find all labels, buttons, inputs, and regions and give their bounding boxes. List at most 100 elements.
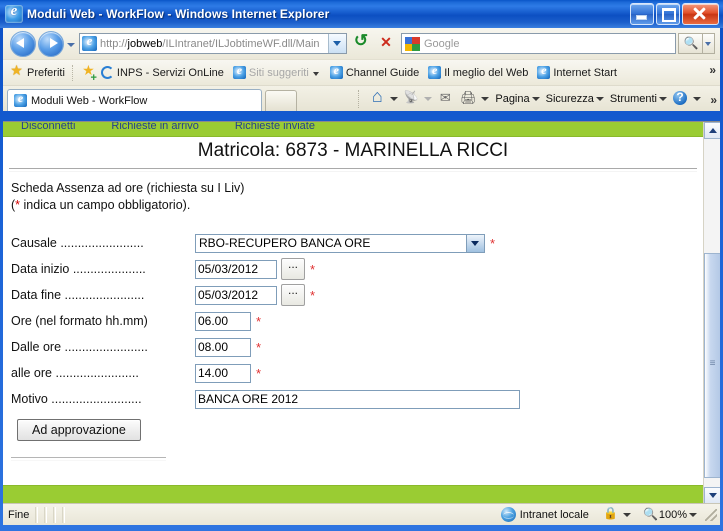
site-nav-bar: Disconnetti Richieste in arrivo Richiest…: [3, 122, 703, 137]
site-footer-bar: [3, 485, 703, 503]
address-input[interactable]: http://jobweb/ILIntranet/ILJobtimeWF.dll…: [79, 33, 347, 54]
absence-request-form: Causale ........................ RBO-REC…: [11, 230, 691, 441]
lock-icon[interactable]: [601, 506, 621, 523]
maximize-button[interactable]: [656, 3, 680, 25]
submit-button[interactable]: Ad approvazione: [17, 419, 141, 441]
date-picker-button-data-inizio[interactable]: [281, 257, 305, 280]
window-controls: [630, 3, 719, 25]
print-icon[interactable]: [457, 89, 479, 109]
form-row-alle-ore: alle ore ........................ 14.00 …: [11, 360, 691, 386]
stop-icon[interactable]: [375, 33, 397, 55]
favorites-overflow-icon[interactable]: »: [709, 63, 716, 77]
label-causale: Causale ........................: [11, 236, 144, 250]
form-intro: Scheda Assenza ad ore (richiesta su I Li…: [11, 180, 244, 214]
chevron-down-icon[interactable]: [312, 67, 321, 79]
input-data-fine[interactable]: 05/03/2012: [195, 285, 277, 305]
search-placeholder: Google: [424, 37, 460, 50]
page-icon: [82, 33, 97, 51]
input-dalle-ore[interactable]: 08.00: [195, 337, 251, 357]
mail-icon[interactable]: [434, 89, 456, 109]
input-motivo[interactable]: BANCA ORE 2012: [195, 389, 520, 409]
favorite-item-siti-suggeriti[interactable]: Siti suggeriti: [232, 63, 321, 79]
google-icon: [405, 36, 420, 51]
menu-strumenti-label[interactable]: Strumenti: [606, 93, 657, 105]
label-motivo: Motivo ..........................: [11, 392, 142, 406]
favorite-label: Siti suggeriti: [248, 66, 309, 79]
nav-link-disconnetti[interactable]: Disconnetti: [3, 122, 93, 132]
window-title: Moduli Web - WorkFlow - Windows Internet…: [27, 7, 330, 21]
nav-link-richieste-in-arrivo[interactable]: Richieste in arrivo: [93, 122, 216, 132]
zoom-icon[interactable]: [643, 507, 659, 523]
input-data-inizio[interactable]: 05/03/2012: [195, 259, 277, 279]
chevron-down-icon[interactable]: [595, 89, 605, 109]
tab-label: Moduli Web - WorkFlow: [31, 94, 148, 107]
chevron-down-icon[interactable]: [621, 507, 633, 523]
divider: [358, 90, 360, 108]
input-data-fine-value: 05/03/2012: [198, 288, 259, 302]
zoom-level-label[interactable]: 100%: [659, 509, 687, 521]
search-input[interactable]: Google: [401, 33, 676, 54]
chevron-down-icon[interactable]: [389, 89, 399, 109]
search-provider-dropdown-icon[interactable]: [702, 33, 715, 54]
menu-sicurezza-label[interactable]: Sicurezza: [542, 93, 594, 105]
input-ore[interactable]: 06.00: [195, 311, 251, 331]
close-button[interactable]: [682, 3, 719, 25]
label-alle-ore: alle ore ........................: [11, 366, 139, 380]
input-ore-value: 06.00: [198, 314, 229, 328]
favorite-item-il-meglio-del-web[interactable]: Il meglio del Web: [428, 63, 528, 79]
vertical-scrollbar[interactable]: [703, 122, 720, 503]
form-row-data-inizio: Data inizio ..................... 05/03/…: [11, 256, 691, 282]
divider: [35, 506, 39, 523]
new-tab-button[interactable]: [265, 90, 297, 111]
favorite-item-internet-start[interactable]: Internet Start: [537, 63, 617, 79]
status-text: Fine: [8, 508, 30, 521]
chevron-down-icon[interactable]: [687, 507, 699, 523]
input-alle-ore[interactable]: 14.00: [195, 363, 251, 383]
url-prefix: http://: [100, 37, 128, 50]
menu-pagina-label[interactable]: Pagina: [491, 93, 529, 105]
address-dropdown-icon[interactable]: [328, 34, 346, 53]
resize-grip[interactable]: [705, 508, 717, 521]
security-zone[interactable]: Intranet locale: [500, 507, 589, 522]
browser-chrome: http://jobweb/ILIntranet/ILJobtimeWF.dll…: [3, 28, 720, 111]
scrollbar-track[interactable]: [704, 139, 720, 487]
tab-bar: Moduli Web - WorkFlow Pagina Sicurezza S…: [3, 85, 720, 111]
favorite-item-channel-guide[interactable]: Channel Guide: [329, 63, 419, 79]
favorite-item-inps[interactable]: INPS - Servizi OnLine: [100, 66, 224, 79]
select-causale[interactable]: RBO-RECUPERO BANCA ORE: [195, 233, 485, 253]
chevron-down-icon[interactable]: [64, 32, 77, 56]
ie-icon: [232, 63, 246, 79]
home-icon[interactable]: [366, 86, 388, 109]
forward-button[interactable]: [38, 30, 64, 57]
refresh-icon[interactable]: [350, 33, 372, 55]
chevron-down-icon[interactable]: [658, 89, 668, 109]
scroll-down-button[interactable]: [704, 487, 720, 503]
command-bar-overflow-icon[interactable]: »: [710, 93, 717, 107]
tab-moduli-web-workflow[interactable]: Moduli Web - WorkFlow: [7, 89, 262, 111]
divider: [11, 457, 166, 461]
chevron-down-icon[interactable]: [531, 89, 541, 109]
form-subtitle: Scheda Assenza ad ore (richiesta su I Li…: [11, 181, 245, 195]
date-picker-button-data-fine[interactable]: [281, 283, 305, 306]
add-to-favorites-icon[interactable]: [81, 62, 97, 84]
search-icon[interactable]: [678, 33, 703, 54]
scroll-up-button[interactable]: [704, 122, 720, 139]
help-icon[interactable]: [669, 89, 691, 109]
divider: [44, 506, 48, 523]
globe-icon: [500, 507, 516, 522]
favorites-button-label[interactable]: Preferiti: [27, 67, 65, 79]
rss-feed-icon[interactable]: [400, 89, 422, 109]
title-bar: Moduli Web - WorkFlow - Windows Internet…: [0, 0, 723, 28]
web-page: Disconnetti Richieste in arrivo Richiest…: [3, 122, 703, 503]
required-asterisk: *: [256, 313, 262, 329]
form-row-motivo: Motivo .......................... BANCA …: [11, 386, 691, 412]
back-button[interactable]: [10, 30, 36, 57]
minimize-button[interactable]: [630, 3, 654, 25]
scrollbar-thumb[interactable]: [704, 253, 720, 478]
chevron-down-icon[interactable]: [466, 234, 484, 252]
chevron-down-icon[interactable]: [480, 89, 490, 109]
chevron-down-icon[interactable]: [692, 89, 702, 109]
status-bar: Fine Intranet locale 100%: [3, 503, 720, 525]
nav-link-richieste-inviate[interactable]: Richieste inviate: [217, 122, 333, 132]
internet-explorer-icon: [5, 3, 23, 23]
